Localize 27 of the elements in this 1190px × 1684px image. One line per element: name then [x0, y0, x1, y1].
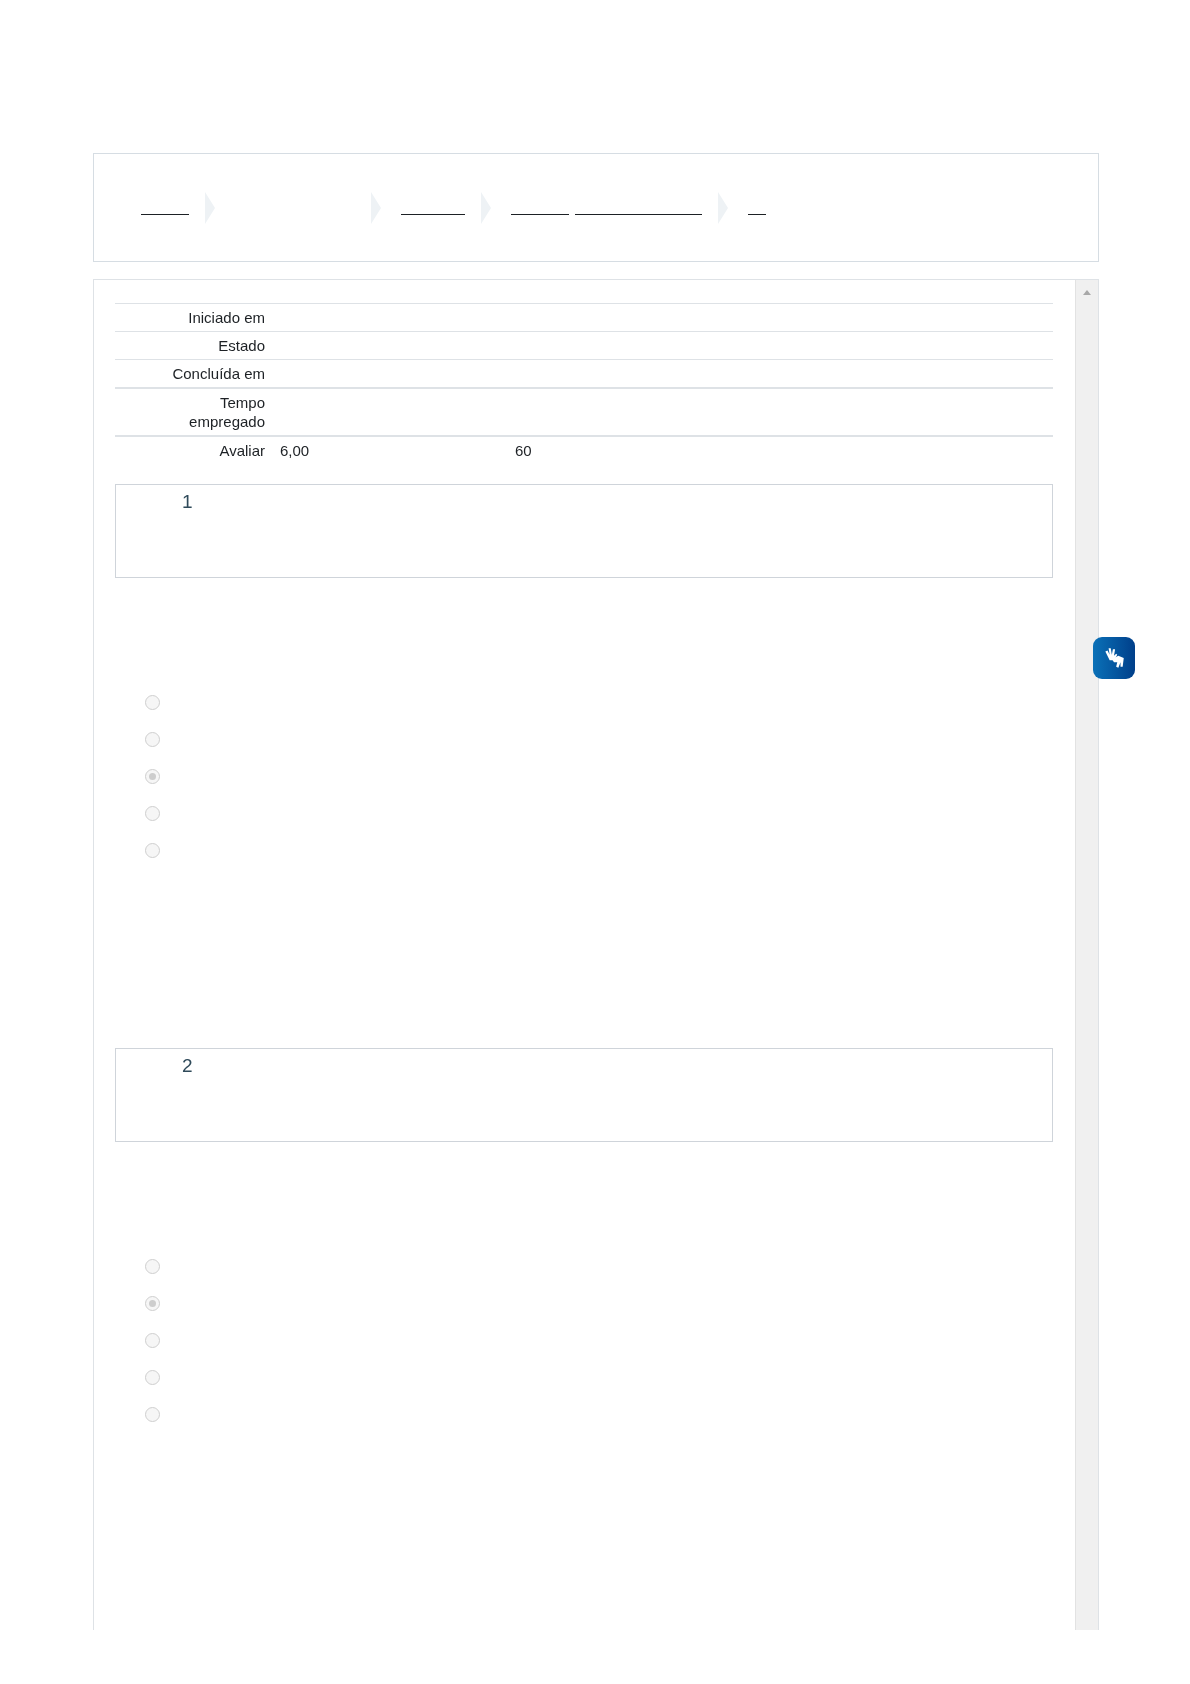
summary-label: Estado	[218, 337, 265, 354]
summary-value: 60	[515, 442, 532, 459]
summary-value: 6,00	[280, 441, 311, 460]
radio-button[interactable]	[145, 843, 160, 858]
radio-button[interactable]	[145, 769, 160, 784]
link-underline[interactable]	[141, 214, 189, 215]
link-underline[interactable]	[401, 214, 465, 215]
link-underline[interactable]	[748, 214, 766, 215]
summary-label: Tempo empregado	[189, 394, 265, 430]
radio-button[interactable]	[145, 732, 160, 747]
link-underline[interactable]	[575, 214, 702, 215]
scroll-up-icon[interactable]	[1083, 290, 1091, 295]
radio-button[interactable]	[145, 1407, 160, 1422]
radio-button[interactable]	[145, 806, 160, 821]
summary-label: Iniciado em	[188, 309, 265, 326]
scrollbar[interactable]	[1075, 280, 1098, 1630]
question-number: 1	[182, 491, 193, 512]
link-underline[interactable]	[511, 214, 569, 215]
radio-button[interactable]	[145, 1370, 160, 1385]
summary-label: Avaliar	[219, 442, 265, 459]
radio-button[interactable]	[145, 1296, 160, 1311]
question-number: 2	[182, 1055, 193, 1076]
sign-language-button[interactable]	[1093, 637, 1135, 679]
radio-button[interactable]	[145, 1333, 160, 1348]
radio-button[interactable]	[145, 695, 160, 710]
summary-label: Concluída em	[172, 365, 265, 382]
radio-button[interactable]	[145, 1259, 160, 1274]
